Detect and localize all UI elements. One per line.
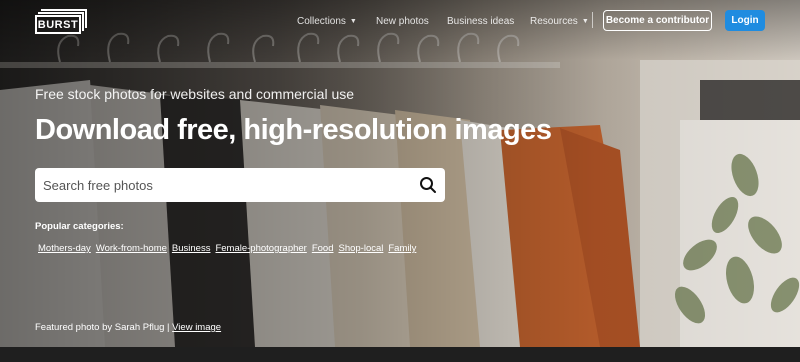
popular-categories-title: Popular categories: xyxy=(35,221,124,232)
hero-subtitle: Free stock photos for websites and comme… xyxy=(35,86,355,102)
nav-label: Resources xyxy=(530,15,578,27)
nav-label: Business ideas xyxy=(447,15,515,27)
category-link-food[interactable]: Food xyxy=(312,243,334,254)
nav-label: Collections xyxy=(297,15,346,27)
bottom-strip xyxy=(0,347,800,362)
view-image-link[interactable]: View image xyxy=(172,322,221,333)
search-input[interactable] xyxy=(35,168,405,202)
nav-divider xyxy=(592,12,593,28)
featured-photo-credit: Featured photo by Sarah Pflug | View ima… xyxy=(35,322,221,333)
nav-collections[interactable]: Collections ▼ xyxy=(297,14,357,28)
category-link-female-photographer[interactable]: Female-photographer xyxy=(215,243,306,254)
featured-credit-text: Featured photo by Sarah Pflug | xyxy=(35,322,170,333)
nav-label: New photos xyxy=(376,15,429,27)
category-link-work-from-home[interactable]: Work-from-home xyxy=(96,243,167,254)
search-bar xyxy=(35,168,445,202)
category-link-business[interactable]: Business xyxy=(172,243,211,254)
become-contributor-button[interactable]: Become a contributor xyxy=(603,10,712,31)
hero-headline: Download free, high-resolution images xyxy=(35,114,552,146)
search-icon[interactable] xyxy=(419,176,437,194)
burst-logo[interactable]: BURST xyxy=(35,9,87,34)
logo-text: BURST xyxy=(35,15,81,34)
nav-resources[interactable]: Resources ▼ xyxy=(530,14,589,28)
login-button[interactable]: Login xyxy=(725,10,765,31)
caret-down-icon: ▼ xyxy=(581,17,589,25)
category-link-mothers-day[interactable]: Mothers-day xyxy=(38,243,91,254)
nav-new-photos[interactable]: New photos xyxy=(376,14,429,28)
nav-business-ideas[interactable]: Business ideas xyxy=(447,14,514,28)
category-links: Mothers-day Work-from-home Business Fema… xyxy=(38,243,416,254)
caret-down-icon: ▼ xyxy=(349,17,357,25)
category-link-family[interactable]: Family xyxy=(388,243,416,254)
category-link-shop-local[interactable]: Shop-local xyxy=(338,243,383,254)
